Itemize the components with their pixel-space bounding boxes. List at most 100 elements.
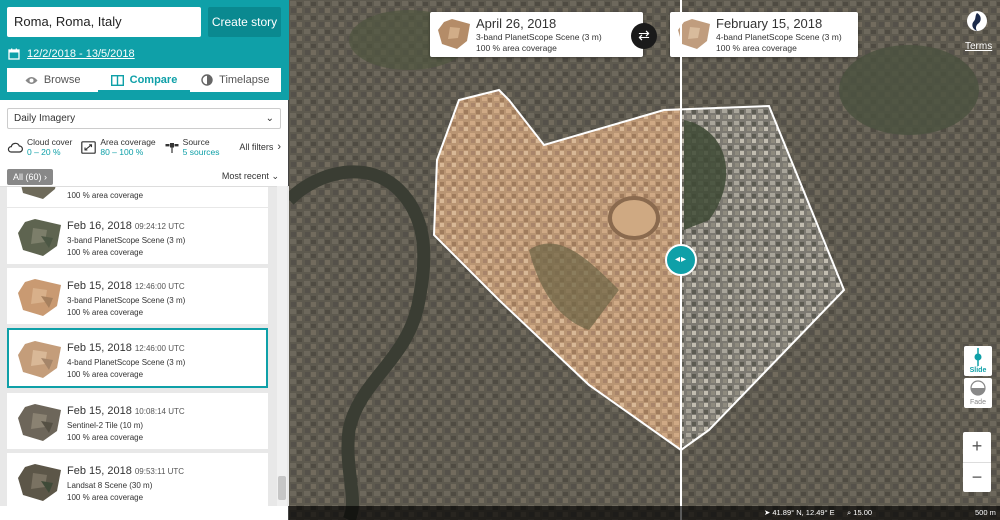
- result-date: Feb 15, 2018 12:46:00 UTC: [67, 280, 185, 292]
- satellite-map: [289, 0, 1000, 520]
- fade-mode-button[interactable]: Fade: [964, 378, 992, 408]
- filter-source[interactable]: Source 5 sources: [165, 137, 220, 157]
- app-logo-icon[interactable]: [966, 10, 988, 34]
- filter-cloud-label: Cloud cover: [27, 137, 73, 147]
- filter-source-label: Source: [182, 137, 210, 147]
- filter-cloud-value: 0 – 20 %: [27, 147, 61, 157]
- sort-dropdown[interactable]: Most recent ⌄: [222, 171, 279, 182]
- swap-icon[interactable]: ⇄: [631, 23, 657, 49]
- all-results-label: All (60): [13, 172, 42, 182]
- thumbnail: [18, 279, 61, 316]
- compare-left-date: April 26, 2018: [476, 16, 557, 31]
- zoom-out-button[interactable]: −: [963, 462, 991, 492]
- filter-bar: Cloud cover 0 – 20 % Area coverage 80 – …: [7, 137, 281, 159]
- eye-icon: [25, 76, 38, 84]
- view-tabs: Browse Compare Timelapse: [7, 68, 281, 92]
- fade-mode-label: Fade: [970, 399, 986, 406]
- timelapse-icon: [201, 74, 213, 86]
- thumbnail: [18, 464, 61, 501]
- results-scrollbar[interactable]: [277, 186, 287, 506]
- result-date: Feb 16, 2018 09:24:12 UTC: [67, 220, 185, 232]
- zoom-level-readout: ⌕ 15.00: [847, 508, 873, 517]
- all-filters-button[interactable]: All filters ›: [239, 141, 281, 153]
- imagery-type-value: Daily Imagery: [14, 113, 76, 124]
- slide-icon: [974, 348, 982, 366]
- list-item[interactable]: 100 % area coverage: [7, 187, 268, 207]
- results-list: 100 % area coverage Feb 16, 2018 09:24:12…: [0, 186, 289, 506]
- map-status-bar: ➤ 41.89° N, 12.49° E ⌕ 15.00 500 m: [289, 506, 1000, 520]
- compare-left-source: 3-band PlanetScope Scene (3 m): [476, 32, 602, 42]
- map-view[interactable]: April 26, 2018 3-band PlanetScope Scene …: [289, 0, 1000, 520]
- satellite-icon: [165, 142, 179, 153]
- list-item[interactable]: Feb 15, 2018 10:08:14 UTC Sentinel-2 Tile…: [7, 393, 268, 449]
- result-source: 3-band PlanetScope Scene (3 m): [67, 236, 186, 245]
- thumbnail: [18, 219, 61, 256]
- list-item[interactable]: Feb 16, 2018 09:24:12 UTC 3-band PlanetSc…: [7, 208, 268, 264]
- date-range-picker[interactable]: 12/2/2018 - 13/5/2018: [8, 46, 135, 62]
- sidebar-header: Roma, Roma, Italy Create story 12/2/2018…: [0, 0, 289, 100]
- zoom-control: + −: [963, 432, 991, 492]
- compare-right-source: 4-band PlanetScope Scene (3 m): [716, 32, 842, 42]
- compare-right-date: February 15, 2018: [716, 16, 823, 31]
- tab-browse-label: Browse: [43, 74, 81, 86]
- thumbnail: [21, 187, 56, 199]
- filter-area-label: Area coverage: [100, 137, 156, 147]
- result-coverage: 100 % area coverage: [67, 191, 144, 200]
- compare-left-coverage: 100 % area coverage: [476, 43, 557, 53]
- fade-icon: [970, 380, 986, 396]
- result-source: 3-band PlanetScope Scene (3 m): [67, 296, 186, 305]
- tab-compare[interactable]: Compare: [98, 68, 190, 92]
- result-coverage: 100 % area coverage: [67, 248, 144, 257]
- result-source: 4-band PlanetScope Scene (3 m): [67, 358, 186, 367]
- result-coverage: 100 % area coverage: [67, 308, 144, 317]
- result-date: Feb 15, 2018 09:53:11 UTC: [67, 465, 185, 477]
- slide-mode-button[interactable]: Slide: [964, 346, 992, 376]
- divider-drag-handle[interactable]: ◂▸: [665, 244, 697, 276]
- tab-compare-label: Compare: [129, 74, 178, 86]
- slide-mode-label: Slide: [969, 367, 987, 374]
- cloud-icon: [7, 142, 23, 153]
- compare-left-card[interactable]: April 26, 2018 3-band PlanetScope Scene …: [430, 12, 643, 57]
- chevron-right-icon: ›: [44, 172, 48, 182]
- scale-readout: 500 m: [975, 508, 996, 517]
- filter-area-coverage[interactable]: Area coverage 80 – 100 %: [81, 137, 156, 157]
- imagery-type-select[interactable]: Daily Imagery ⌄: [7, 108, 281, 129]
- sidebar: Roma, Roma, Italy Create story 12/2/2018…: [0, 0, 289, 520]
- all-filters-label: All filters: [239, 142, 274, 152]
- compare-icon: [110, 74, 124, 86]
- area-icon: [81, 140, 97, 154]
- filter-cloud-cover[interactable]: Cloud cover 0 – 20 %: [7, 137, 72, 157]
- date-range-link[interactable]: 12/2/2018 - 13/5/2018: [27, 48, 135, 60]
- thumbnail: [438, 19, 470, 49]
- terms-link[interactable]: Terms: [965, 41, 992, 52]
- chevron-right-icon: ›: [277, 141, 281, 153]
- list-item[interactable]: Feb 15, 2018 12:46:00 UTC 3-band PlanetSc…: [7, 268, 268, 324]
- chevron-down-icon: ⌄: [271, 171, 279, 181]
- list-toolbar: All (60) › Most recent ⌄: [7, 168, 281, 185]
- thumbnail: [18, 341, 61, 378]
- search-input[interactable]: Roma, Roma, Italy: [7, 7, 201, 37]
- create-story-button[interactable]: Create story: [208, 7, 281, 37]
- scrollbar-thumb[interactable]: [278, 476, 286, 500]
- result-source: Landsat 8 Scene (30 m): [67, 481, 153, 490]
- result-coverage: 100 % area coverage: [67, 370, 144, 379]
- result-coverage: 100 % area coverage: [67, 493, 144, 502]
- thumbnail: [18, 404, 61, 441]
- tab-timelapse[interactable]: Timelapse: [190, 68, 281, 92]
- list-item[interactable]: Feb 15, 2018 09:53:11 UTC Landsat 8 Scene…: [7, 453, 268, 506]
- tab-timelapse-label: Timelapse: [219, 74, 270, 86]
- list-item-selected[interactable]: Feb 15, 2018 12:46:00 UTC 4-band PlanetSc…: [7, 328, 268, 388]
- result-coverage: 100 % area coverage: [67, 433, 144, 442]
- filter-area-value: 80 – 100 %: [100, 147, 144, 157]
- coordinates-readout: ➤ 41.89° N, 12.49° E: [764, 508, 835, 517]
- calendar-icon: [8, 48, 20, 60]
- result-date: Feb 15, 2018 12:46:00 UTC: [67, 342, 185, 354]
- tab-browse[interactable]: Browse: [7, 68, 98, 92]
- all-results-button[interactable]: All (60) ›: [7, 169, 54, 185]
- sort-label: Most recent: [221, 171, 269, 181]
- compare-right-card[interactable]: February 15, 2018 4-band PlanetScope Sce…: [670, 12, 858, 57]
- result-source: Sentinel-2 Tile (10 m): [67, 421, 144, 430]
- result-date: Feb 15, 2018 10:08:14 UTC: [67, 405, 185, 417]
- chevron-down-icon: ⌄: [265, 113, 274, 124]
- zoom-in-button[interactable]: +: [963, 432, 991, 462]
